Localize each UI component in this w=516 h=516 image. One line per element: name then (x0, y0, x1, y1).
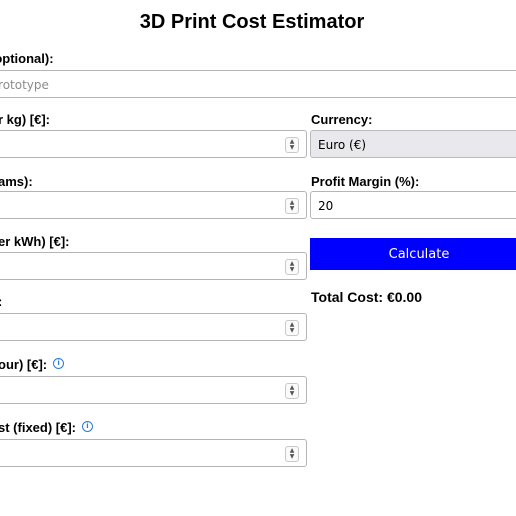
extra-cost-label-row: st (fixed) [€]: i (0, 420, 93, 435)
weight-label: ams): (0, 174, 33, 189)
machine-cost-label-row: our) [€]: i (0, 357, 65, 372)
print-time-label: : (0, 294, 2, 309)
project-name-label: (optional): (0, 51, 54, 66)
spinner-down-icon[interactable]: ▼ (290, 267, 295, 273)
filament-price-input[interactable]: ▲ ▼ (0, 130, 307, 158)
profit-margin-value: 20 (318, 199, 334, 213)
print-time-spinner[interactable]: ▲ ▼ (285, 320, 299, 336)
project-name-input[interactable]: Prototype (0, 70, 516, 98)
extra-cost-spinner[interactable]: ▲ ▼ (285, 446, 299, 462)
weight-spinner[interactable]: ▲ ▼ (285, 198, 299, 214)
extra-cost-label: st (fixed) [€]: (0, 420, 76, 435)
electricity-price-input[interactable]: ▲ ▼ (0, 252, 307, 280)
filament-price-label: r kg) [€]: (0, 112, 50, 127)
calculate-button-label: Calculate (388, 246, 450, 262)
currency-label: Currency: (311, 112, 373, 127)
machine-cost-spinner[interactable]: ▲ ▼ (285, 383, 299, 399)
spinner-down-icon[interactable]: ▼ (290, 454, 295, 460)
spinner-down-icon[interactable]: ▼ (290, 391, 295, 397)
electricity-price-label: er kWh) [€]: (0, 234, 70, 249)
machine-cost-label: our) [€]: (0, 357, 48, 372)
profit-margin-label: Profit Margin (%): (311, 174, 420, 189)
total-cost: Total Cost: €0.00 (311, 289, 422, 305)
machine-cost-input[interactable]: ▲ ▼ (0, 376, 307, 404)
electricity-price-spinner[interactable]: ▲ ▼ (285, 259, 299, 275)
currency-select[interactable]: Euro (€) (310, 130, 516, 158)
currency-value: Euro (€) (318, 138, 367, 152)
calculate-button[interactable]: Calculate (310, 238, 516, 270)
print-time-input[interactable]: ▲ ▼ (0, 313, 307, 341)
spinner-down-icon[interactable]: ▼ (290, 145, 295, 151)
spinner-down-icon[interactable]: ▼ (290, 206, 295, 212)
page-title: 3D Print Cost Estimator (139, 11, 365, 33)
profit-margin-input[interactable]: 20 (310, 191, 516, 219)
estimator-page: 3D Print Cost Estimator (optional): Prot… (0, 0, 516, 516)
info-icon[interactable]: i (82, 421, 93, 433)
project-name-placeholder: Prototype (0, 78, 49, 92)
weight-input[interactable]: ▲ ▼ (0, 191, 307, 219)
filament-price-spinner[interactable]: ▲ ▼ (285, 137, 299, 153)
info-icon[interactable]: i (53, 358, 65, 370)
extra-cost-input[interactable]: ▲ ▼ (0, 439, 307, 467)
spinner-down-icon[interactable]: ▼ (290, 328, 295, 334)
